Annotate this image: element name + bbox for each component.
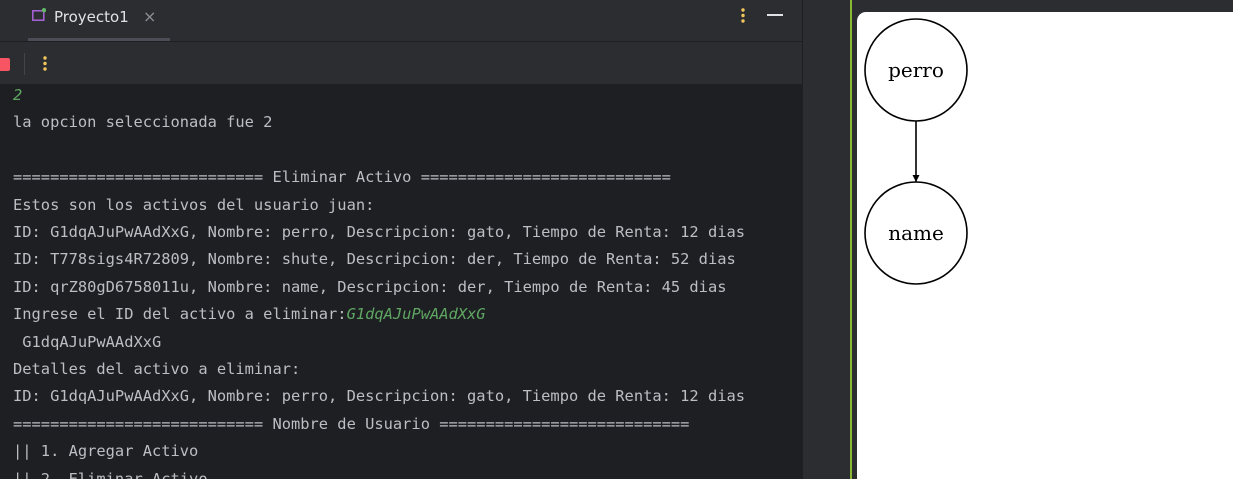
more-vertical-icon[interactable] xyxy=(38,54,52,74)
toolbar-divider xyxy=(24,53,25,75)
panel-divider[interactable] xyxy=(802,0,803,479)
run-panel: Proyecto1 × 2 la opcion seleccionada fue … xyxy=(0,0,802,479)
graph-viewer: perro name xyxy=(857,12,1233,479)
console-line: ID: G1dqAJuPwAAdXxG, Nombre: perro, Desc… xyxy=(13,386,745,406)
console-line-text: ID: G1dqAJuPwAAdXxG, Nombre: perro, Desc… xyxy=(13,387,746,406)
console-line: =========================== Eliminar Act… xyxy=(13,167,671,187)
console-line: 2 xyxy=(13,85,22,105)
console-line: =========================== Nombre de Us… xyxy=(13,414,689,434)
console-line: Ingrese el ID del activo a eliminar:G1dq… xyxy=(13,304,486,324)
console-line: || 2. Eliminar Activo xyxy=(13,469,208,479)
console-line: || 1. Agregar Activo xyxy=(13,441,198,461)
graph-node-label: perro xyxy=(888,58,944,82)
console-line-text: Ingrese el ID del activo a eliminar: xyxy=(13,305,347,324)
close-icon[interactable]: × xyxy=(143,7,156,26)
console-line: la opcion seleccionada fue 2 xyxy=(13,112,272,132)
console-line-text: || 2. Eliminar Activo xyxy=(13,469,208,479)
console-line: ID: G1dqAJuPwAAdXxG, Nombre: perro, Desc… xyxy=(13,222,745,242)
console-line-text: Detalles del activo a eliminar: xyxy=(13,360,301,378)
console-line-text: Estos son los activos del usuario juan: xyxy=(13,195,375,214)
console-line-text: || 1. Agregar Activo xyxy=(13,442,199,461)
console-line-text: 2 xyxy=(13,86,23,104)
console-line-text: ID: T778sigs4R72809, Nombre: shute, Desc… xyxy=(13,250,736,269)
run-toolbar xyxy=(0,42,802,85)
graph-canvas: perro name xyxy=(864,18,968,285)
console-line-text: =========================== Eliminar Act… xyxy=(13,168,671,187)
console-line-text: G1dqAJuPwAAdXxG xyxy=(13,332,162,351)
viewer-accent-border xyxy=(850,0,852,479)
console-line: Estos son los activos del usuario juan: xyxy=(13,195,374,215)
console-user-input: G1dqAJuPwAAdXxG xyxy=(346,305,486,324)
tab-title: Proyecto1 xyxy=(54,8,129,26)
stop-icon[interactable] xyxy=(0,58,10,71)
console-line: ID: qrZ80gD6758011u, Nombre: name, Descr… xyxy=(13,277,726,297)
tab-proyecto1[interactable]: Proyecto1 × xyxy=(28,0,170,41)
graph-node-perro: perro xyxy=(864,18,968,122)
console-line-text: ID: qrZ80gD6758011u, Nombre: name, Descr… xyxy=(13,277,727,296)
more-vertical-icon[interactable] xyxy=(736,6,750,28)
panel-gutter xyxy=(802,0,850,479)
console-line: G1dqAJuPwAAdXxG xyxy=(13,332,161,352)
console-line: Detalles del activo a eliminar: xyxy=(13,359,300,379)
console-line-text: ID: G1dqAJuPwAAdXxG, Nombre: perro, Desc… xyxy=(13,223,746,241)
console-line-text: =========================== Nombre de Us… xyxy=(13,414,690,433)
console-line-text: la opcion seleccionada fue 2 xyxy=(13,113,273,132)
minimize-icon[interactable] xyxy=(767,14,783,16)
graph-node-label: name xyxy=(888,221,944,245)
run-config-icon xyxy=(32,8,46,21)
graph-node-name: name xyxy=(864,181,968,285)
console-line: ID: T778sigs4R72809, Nombre: shute, Desc… xyxy=(13,249,736,269)
console-output[interactable]: 2 la opcion seleccionada fue 2 ===========… xyxy=(0,84,802,479)
tab-active-indicator xyxy=(28,38,170,41)
tab-bar: Proyecto1 × xyxy=(0,0,802,42)
